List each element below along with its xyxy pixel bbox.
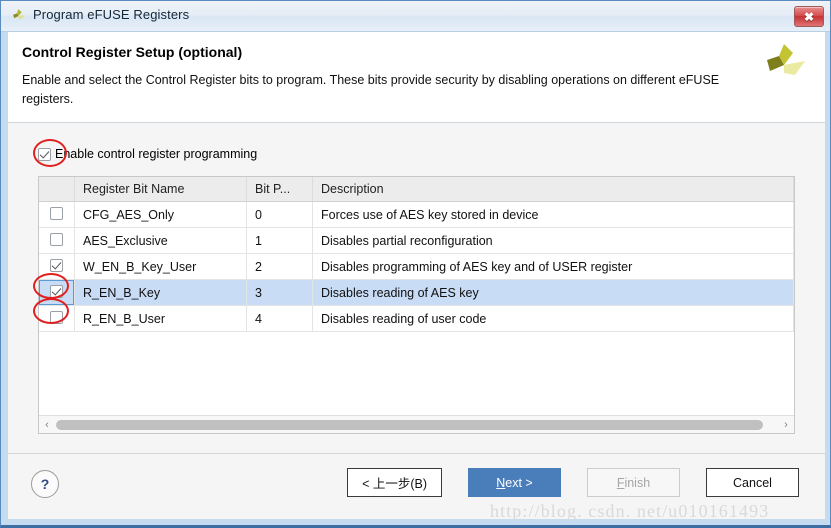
cell-description: Disables programming of AES key and of U… (312, 253, 794, 280)
cell-register-bit-name: W_EN_B_Key_User (74, 253, 247, 280)
next-button-mnemonic: N (496, 475, 506, 490)
cell-register-bit-name: R_EN_B_User (74, 305, 247, 332)
enable-control-register-label: Enable control register programming (55, 147, 258, 161)
window-title: Program eFUSE Registers (33, 7, 190, 22)
page-title: Control Register Setup (optional) (22, 44, 243, 60)
table-row[interactable]: R_EN_B_User 4 Disables reading of user c… (39, 305, 794, 332)
wizard-button-bar: < 上一步(B) Next > Finish Cancel (347, 468, 799, 497)
row-checkbox-cell[interactable] (39, 253, 75, 280)
cell-register-bit-name: CFG_AES_Only (74, 201, 247, 228)
column-header-checkbox[interactable] (39, 177, 75, 202)
scroll-right-arrow-icon[interactable]: › (778, 417, 794, 433)
close-icon: ✖ (803, 9, 815, 24)
dialog-footer: ? < 上一步(B) Next > Finish Cancel (8, 453, 825, 519)
question-mark-icon: ? (40, 476, 50, 492)
row-checkbox[interactable] (50, 206, 63, 220)
scroll-left-arrow-icon[interactable]: ‹ (39, 417, 55, 433)
next-button-label: ext > (505, 475, 533, 490)
table-row[interactable]: AES_Exclusive 1 Disables partial reconfi… (39, 227, 794, 254)
row-checkbox[interactable] (50, 258, 63, 272)
table-row[interactable]: R_EN_B_Key 3 Disables reading of AES key (39, 279, 794, 306)
cell-bit-position: 0 (246, 201, 313, 228)
dialog-body: Enable control register programming Regi… (8, 123, 825, 453)
xilinx-logo-icon (11, 8, 28, 25)
cell-description: Disables partial reconfiguration (312, 227, 794, 254)
scrollbar-thumb[interactable] (56, 419, 763, 430)
enable-control-register-checkbox[interactable] (38, 147, 51, 161)
close-button[interactable]: ✖ (794, 6, 824, 27)
cell-register-bit-name: AES_Exclusive (74, 227, 247, 254)
back-button[interactable]: < 上一步(B) (347, 468, 442, 497)
row-checkbox-cell[interactable] (39, 279, 75, 306)
table-row[interactable]: CFG_AES_Only 0 Forces use of AES key sto… (39, 201, 794, 228)
horizontal-scrollbar[interactable]: ‹ › (39, 415, 794, 433)
scrollbar-track[interactable] (56, 417, 777, 433)
column-header-register-bit-name[interactable]: Register Bit Name (74, 177, 247, 202)
cell-description: Disables reading of user code (312, 305, 794, 332)
finish-button: Finish (587, 468, 680, 497)
cell-bit-position: 4 (246, 305, 313, 332)
title-bar: Program eFUSE Registers ✖ (1, 1, 830, 32)
table-header-row: Register Bit Name Bit P... Description (39, 177, 794, 202)
row-checkbox[interactable] (50, 310, 63, 324)
row-checkbox-cell[interactable] (39, 227, 75, 254)
cell-bit-position: 2 (246, 253, 313, 280)
cell-bit-position: 1 (246, 227, 313, 254)
column-header-bit-position[interactable]: Bit P... (246, 177, 313, 202)
column-header-description[interactable]: Description (312, 177, 794, 202)
table-row[interactable]: W_EN_B_Key_User 2 Disables programming o… (39, 253, 794, 280)
cell-description: Forces use of AES key stored in device (312, 201, 794, 228)
cell-bit-position: 3 (246, 279, 313, 306)
finish-button-label: inish (624, 475, 651, 490)
page-description: Enable and select the Control Register b… (22, 73, 720, 106)
row-checkbox[interactable] (50, 232, 63, 246)
dialog-window: Program eFUSE Registers ✖ Control Regist… (0, 0, 831, 528)
enable-control-register-row[interactable]: Enable control register programming (38, 144, 257, 164)
register-bits-table-container: Register Bit Name Bit P... Description C… (38, 176, 795, 434)
register-bits-table: Register Bit Name Bit P... Description C… (39, 177, 794, 332)
row-checkbox-cell[interactable] (39, 201, 75, 228)
help-button[interactable]: ? (31, 470, 59, 498)
next-button[interactable]: Next > (468, 468, 561, 497)
cell-description: Disables reading of AES key (312, 279, 794, 306)
row-checkbox-cell[interactable] (39, 305, 75, 332)
row-checkbox[interactable] (50, 284, 63, 298)
xilinx-logo-icon (765, 42, 809, 90)
cancel-button[interactable]: Cancel (706, 468, 799, 497)
page-header: Control Register Setup (optional) Enable… (8, 32, 825, 123)
cell-register-bit-name: R_EN_B_Key (74, 279, 247, 306)
finish-button-mnemonic: F (616, 475, 625, 490)
